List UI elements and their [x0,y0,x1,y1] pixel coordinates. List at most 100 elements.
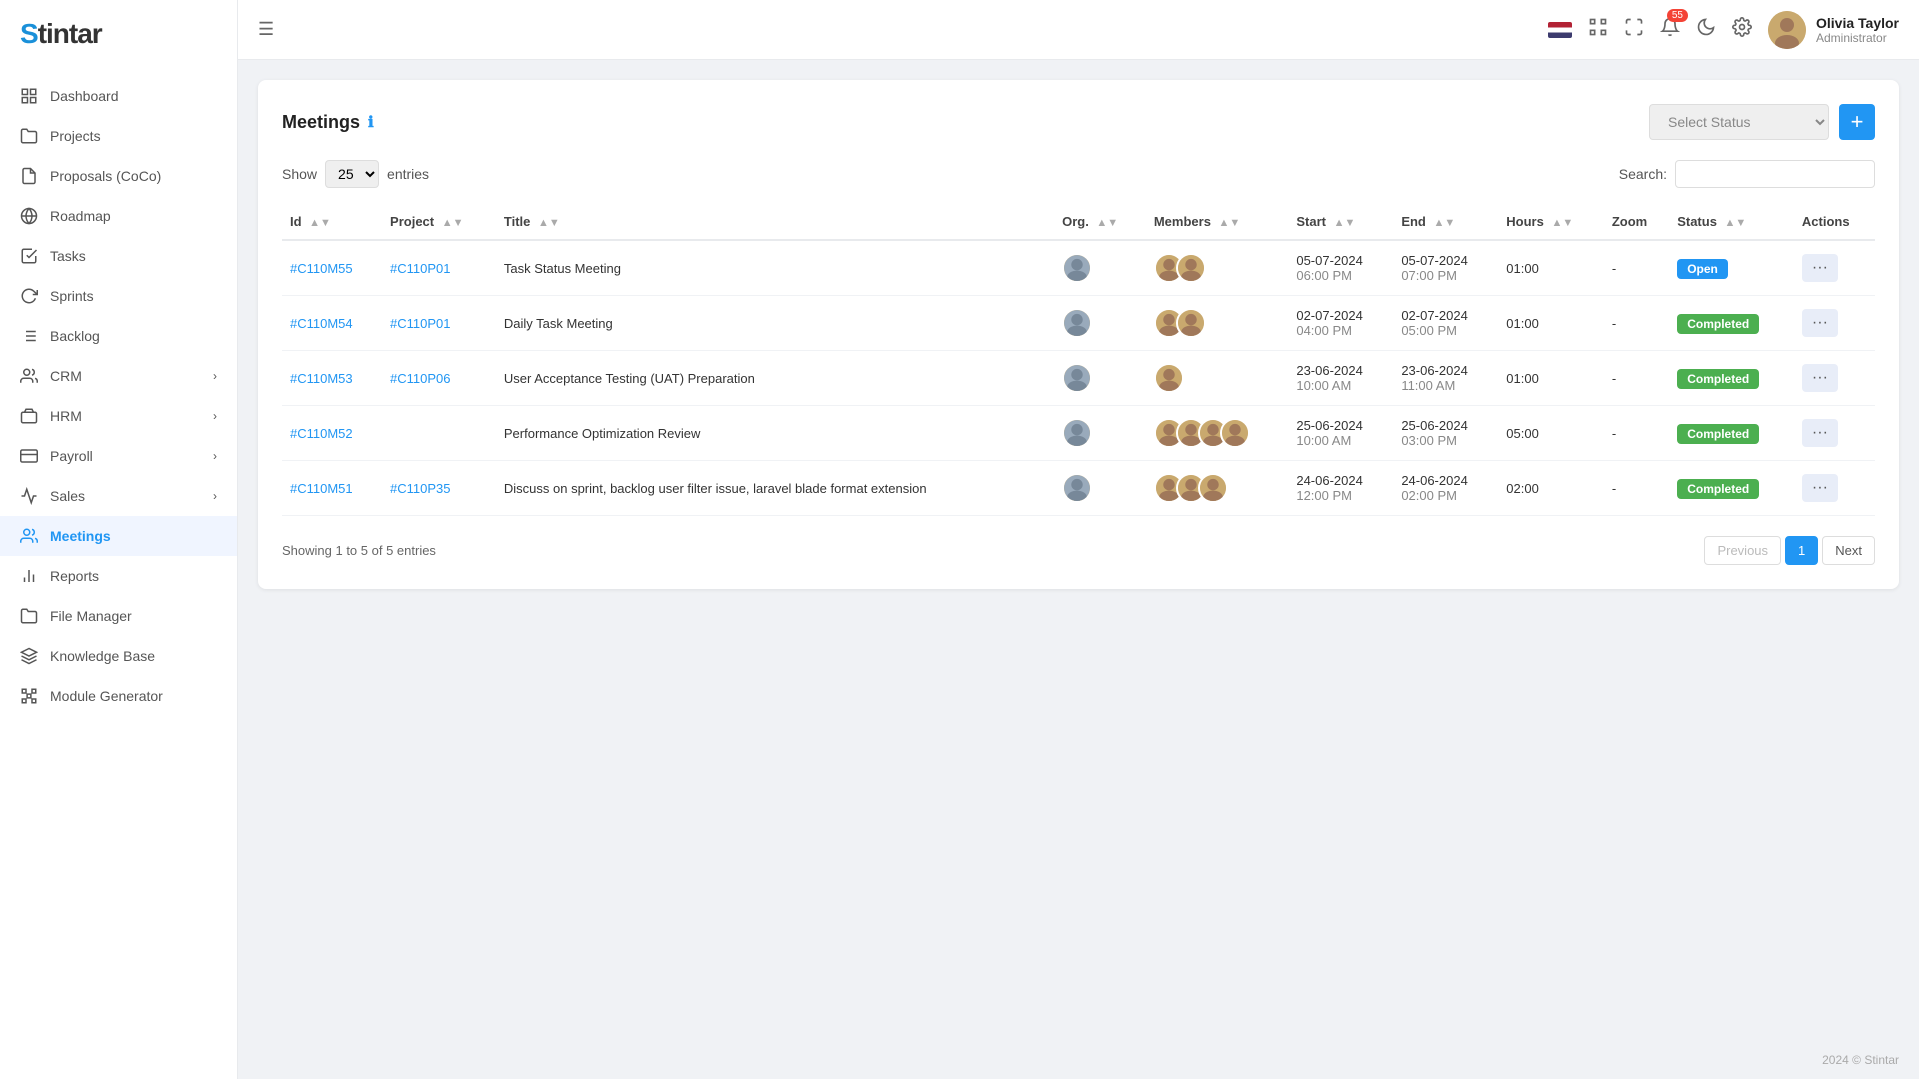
sidebar-item-proposals[interactable]: Proposals (CoCo) [0,156,237,196]
cell-id: #C110M51 [282,461,382,516]
cell-actions: ··· [1794,406,1875,461]
page-footer: 2024 © Stintar [238,1041,1919,1079]
status-filter-select[interactable]: Select Status Open Completed [1649,104,1829,140]
col-members[interactable]: Members ▲▼ [1146,204,1289,240]
sidebar-item-sales[interactable]: Sales › [0,476,237,516]
project-link[interactable]: #C110P01 [390,261,450,276]
sidebar-item-tasks[interactable]: Tasks [0,236,237,276]
row-actions-button[interactable]: ··· [1802,419,1838,447]
sidebar-label-meetings: Meetings [50,528,111,544]
sidebar: Stintar Dashboard Projects Proposals (Co… [0,0,238,1079]
crm-chevron-icon: › [213,369,217,383]
cell-id: #C110M52 [282,406,382,461]
footer-text: 2024 © Stintar [1822,1053,1899,1067]
col-hours[interactable]: Hours ▲▼ [1498,204,1604,240]
col-org[interactable]: Org. ▲▼ [1054,204,1146,240]
sidebar-item-module-generator[interactable]: Module Generator [0,676,237,716]
meeting-id-link[interactable]: #C110M55 [290,261,353,276]
page-1-button[interactable]: 1 [1785,536,1818,565]
entries-select[interactable]: 25 10 50 [325,160,379,188]
col-title[interactable]: Title ▲▼ [496,204,1054,240]
status-sort-icon: ▲▼ [1725,217,1747,229]
next-page-button[interactable]: Next [1822,536,1875,565]
search-input[interactable] [1675,160,1875,188]
row-actions-button[interactable]: ··· [1802,474,1838,502]
info-icon[interactable]: ℹ [368,113,374,131]
meetings-title: Meetings [282,112,360,133]
sidebar-item-roadmap[interactable]: Roadmap [0,196,237,236]
module-generator-icon [20,687,38,705]
cell-members [1146,296,1289,351]
table-row: #C110M52 Performance Optimization Review [282,406,1875,461]
project-link[interactable]: #C110P06 [390,371,450,386]
row-actions-button[interactable]: ··· [1802,254,1838,282]
cell-members [1146,351,1289,406]
sidebar-item-projects[interactable]: Projects [0,116,237,156]
project-link[interactable]: #C110P35 [390,481,450,496]
row-actions-button[interactable]: ··· [1802,364,1838,392]
col-end[interactable]: End ▲▼ [1393,204,1498,240]
sidebar-label-tasks: Tasks [50,248,86,264]
cell-project: #C110P01 [382,240,496,296]
sidebar-label-reports: Reports [50,568,99,584]
sales-chevron-icon: › [213,489,217,503]
cell-id: #C110M53 [282,351,382,406]
meetings-icon [20,527,38,545]
file-manager-icon [20,607,38,625]
sidebar-item-reports[interactable]: Reports [0,556,237,596]
meeting-id-link[interactable]: #C110M51 [290,481,353,496]
cell-org [1054,296,1146,351]
language-flag[interactable] [1548,22,1572,38]
col-status[interactable]: Status ▲▼ [1669,204,1794,240]
sidebar-item-payroll[interactable]: Payroll › [0,436,237,476]
user-name: Olivia Taylor [1816,15,1899,31]
org-avatar [1062,253,1092,283]
settings-icon[interactable] [1732,17,1752,42]
sidebar-label-backlog: Backlog [50,328,100,344]
main-content: Meetings ℹ Select Status Open Completed … [238,60,1919,1041]
fullscreen-icon[interactable] [1624,17,1644,42]
cell-actions: ··· [1794,351,1875,406]
status-badge: Open [1677,259,1728,279]
meeting-id-link[interactable]: #C110M54 [290,316,353,331]
status-badge: Completed [1677,424,1759,444]
apps-icon[interactable] [1588,17,1608,42]
sales-icon [20,487,38,505]
proposals-icon [20,167,38,185]
cell-end: 25-06-202403:00 PM [1393,406,1498,461]
sidebar-item-crm[interactable]: CRM › [0,356,237,396]
add-meeting-button[interactable]: + [1839,104,1875,140]
col-start[interactable]: Start ▲▼ [1288,204,1393,240]
sidebar-item-knowledge-base[interactable]: Knowledge Base [0,636,237,676]
cell-start: 25-06-202410:00 AM [1288,406,1393,461]
meeting-id-link[interactable]: #C110M52 [290,426,353,441]
meetings-table: Id ▲▼ Project ▲▼ Title ▲▼ Org. ▲▼ Member… [282,204,1875,516]
dark-mode-icon[interactable] [1696,17,1716,42]
member-avatar [1176,253,1206,283]
sidebar-item-hrm[interactable]: HRM › [0,396,237,436]
meeting-id-link[interactable]: #C110M53 [290,371,353,386]
notification-bell-icon[interactable]: 55 [1660,17,1680,42]
col-id[interactable]: Id ▲▼ [282,204,382,240]
project-link[interactable]: #C110P01 [390,316,450,331]
cell-status: Completed [1669,296,1794,351]
org-avatar [1062,418,1092,448]
avatar [1768,11,1806,49]
roadmap-icon [20,207,38,225]
sidebar-item-dashboard[interactable]: Dashboard [0,76,237,116]
title-sort-icon: ▲▼ [538,217,560,229]
sidebar-item-backlog[interactable]: Backlog [0,316,237,356]
sidebar-item-meetings[interactable]: Meetings [0,516,237,556]
hours-sort-icon: ▲▼ [1551,217,1573,229]
row-actions-button[interactable]: ··· [1802,309,1838,337]
user-profile[interactable]: Olivia Taylor Administrator [1768,11,1899,49]
previous-page-button[interactable]: Previous [1704,536,1781,565]
hrm-icon [20,407,38,425]
end-sort-icon: ▲▼ [1433,217,1455,229]
col-project[interactable]: Project ▲▼ [382,204,496,240]
sidebar-item-sprints[interactable]: Sprints [0,276,237,316]
sidebar-item-file-manager[interactable]: File Manager [0,596,237,636]
search-box: Search: [1619,160,1875,188]
id-sort-icon: ▲▼ [309,217,331,229]
menu-toggle-button[interactable]: ☰ [258,19,274,40]
